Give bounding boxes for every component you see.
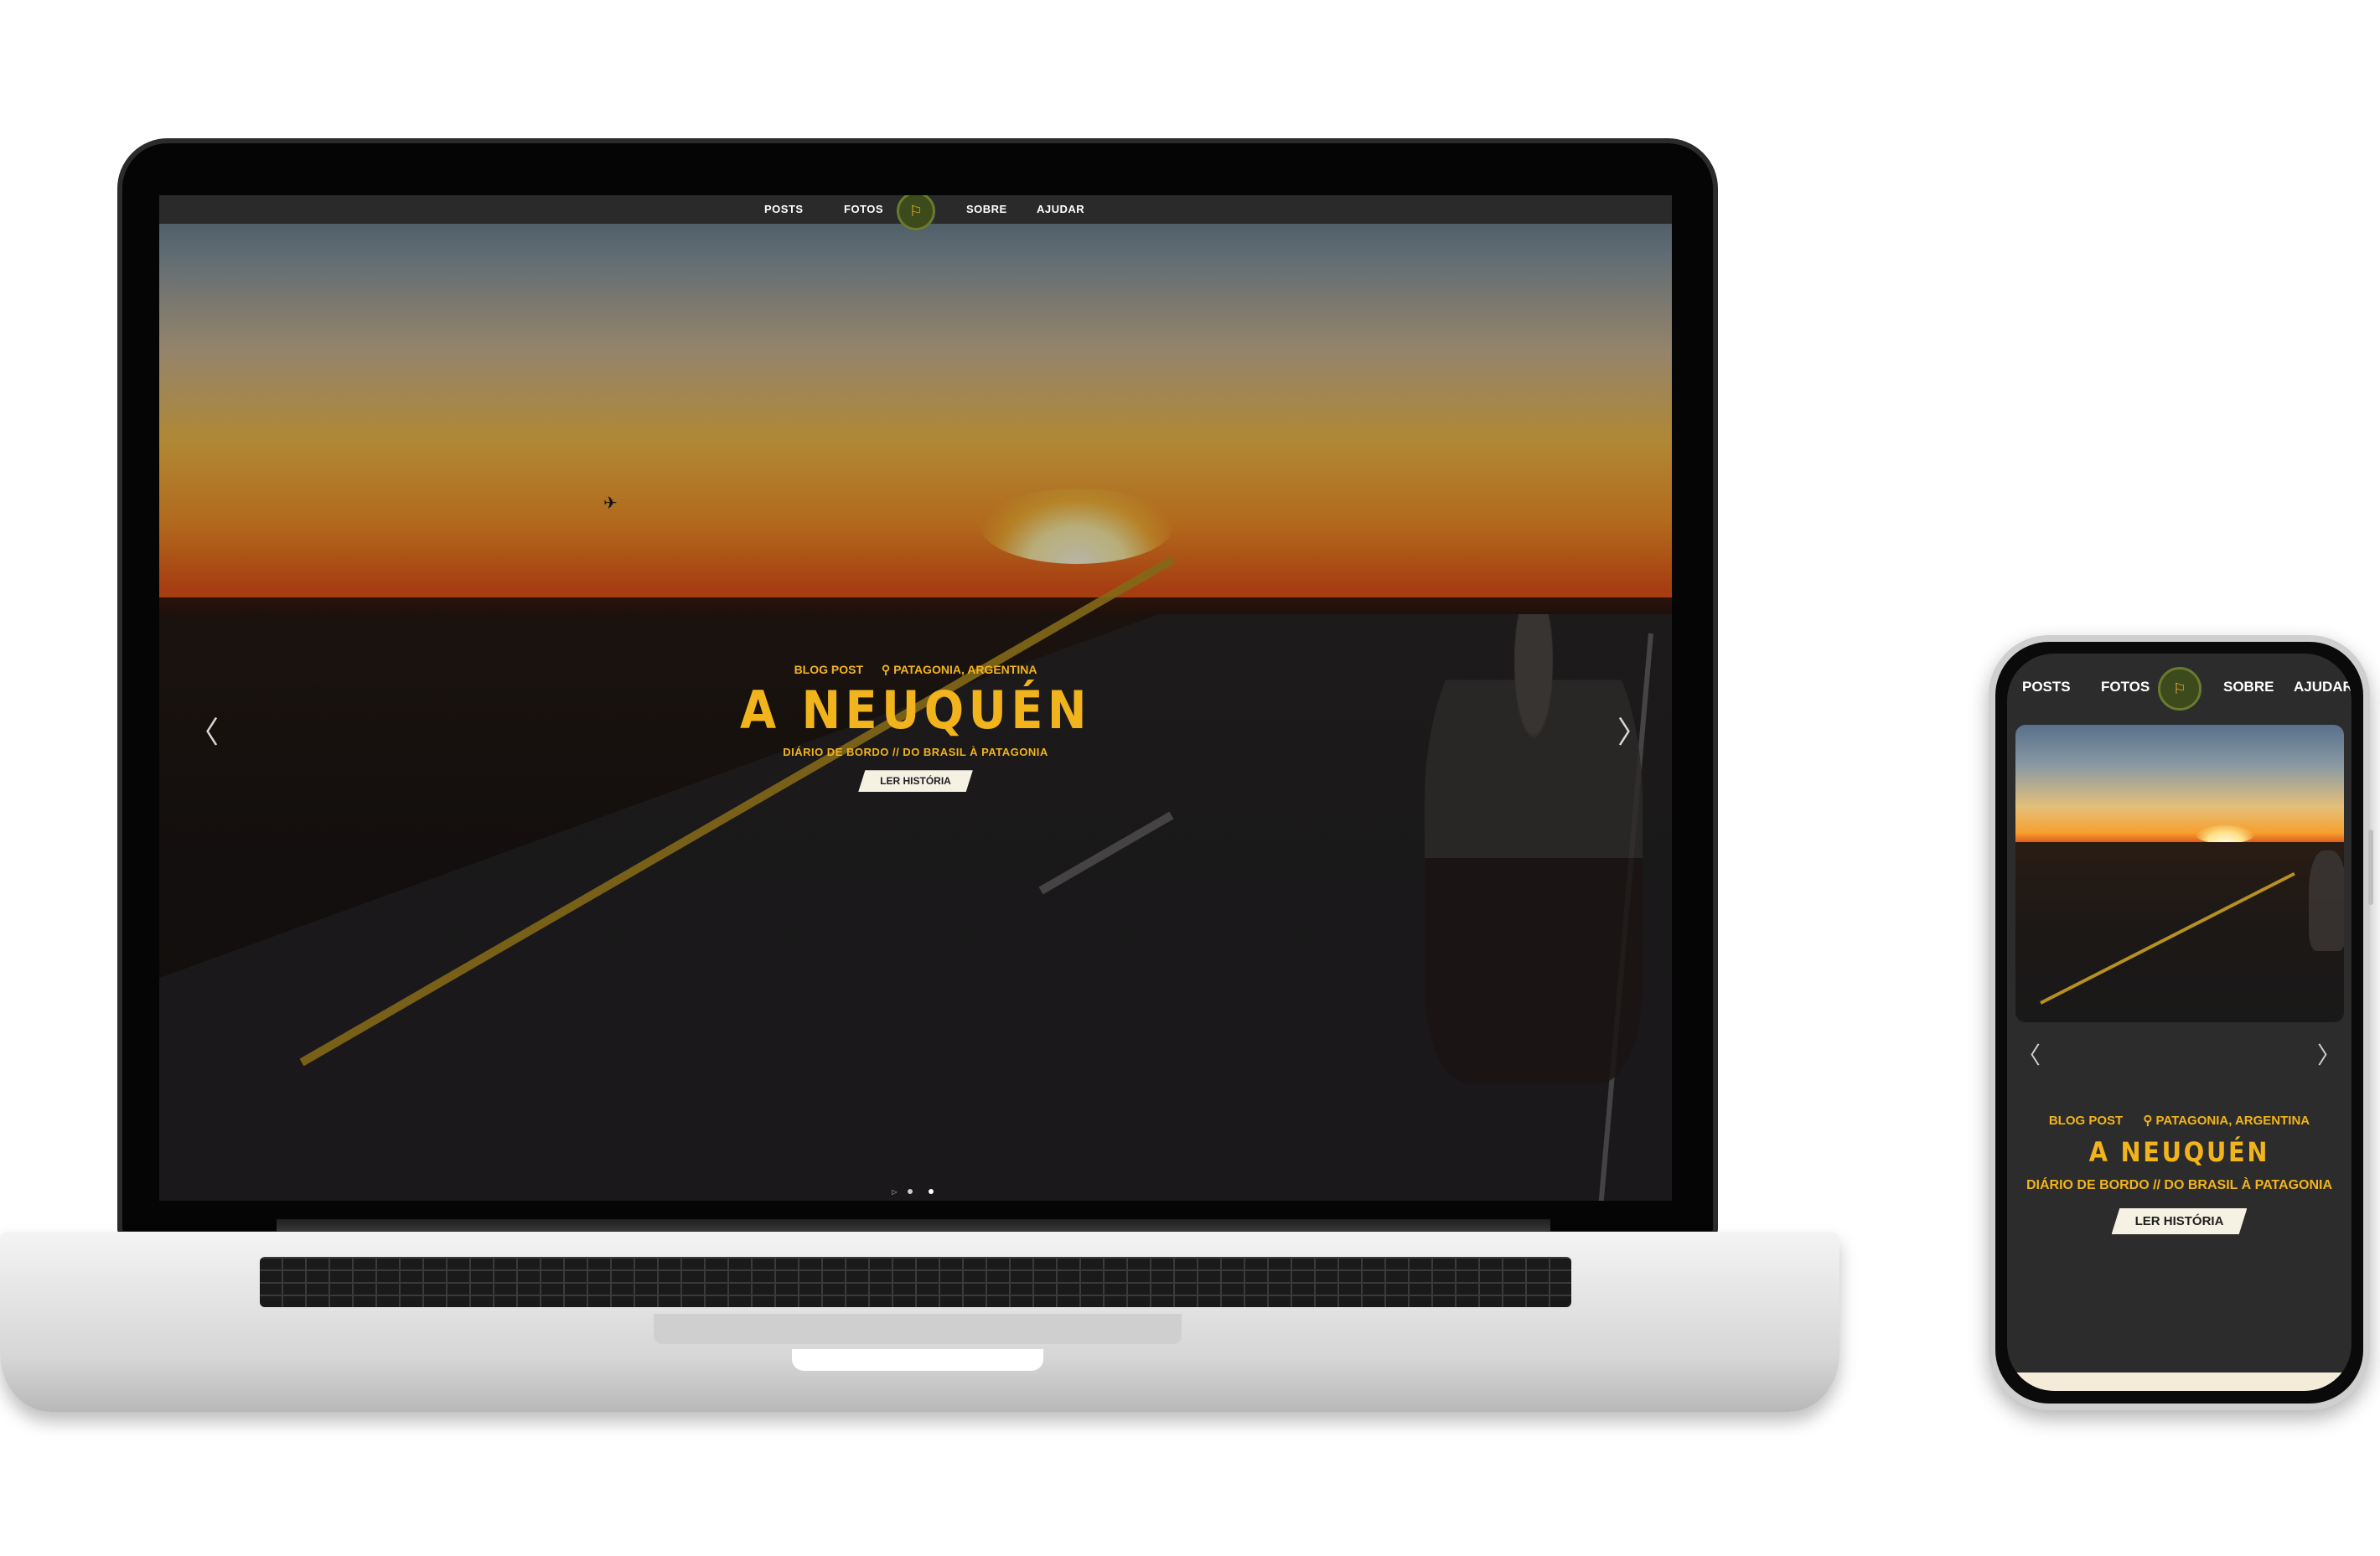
phone-map-pin-icon: ⚲ [2143, 1114, 2153, 1128]
phone-hero-location: PATAGONIA, ARGENTINA [2155, 1114, 2310, 1128]
phone-sun [2196, 825, 2254, 844]
phone-hero-subtitle: DIÁRIO DE BORDO // DO BRASIL À PATAGONIA [2026, 1178, 2333, 1192]
phone-hero-title: A NEUQUÉN [2088, 1136, 2270, 1168]
phone-hero-content: BLOG POST ⚲ PATAGONIA, ARGENTINA A NEUQU… [2007, 1113, 2352, 1234]
phone-logo-icon: ⚐ [2172, 680, 2187, 698]
phone-screen: POSTS FOTOS ⚐ SOBRE AJUDAR 〈 〉 BLOG POST… [2007, 654, 2352, 1391]
top-nav: POSTS FOTOS ⚐ SOBRE AJUDAR [159, 195, 1672, 230]
slider-dot[interactable] [907, 1189, 913, 1194]
laptop-trackpad [654, 1314, 1182, 1344]
phone-hero-category[interactable]: BLOG POST [2049, 1114, 2123, 1128]
hero-title: A NEUQUÉN [740, 680, 1091, 741]
laptop-keyboard [260, 1257, 1571, 1307]
phone-nav-posts[interactable]: POSTS [2022, 679, 2071, 695]
phone-hero-image [2015, 725, 2344, 1022]
phone-hero-meta: BLOG POST ⚲ PATAGONIA, ARGENTINA [2007, 1113, 2352, 1128]
hero-content: BLOG POST ⚲ PATAGONIA, ARGENTINA A NEUQU… [159, 663, 1672, 793]
play-icon[interactable]: ▷ [892, 1188, 897, 1196]
nav-fotos[interactable]: FOTOS [844, 203, 883, 215]
laptop-notch [792, 1349, 1043, 1371]
phone-slider-prev-arrow[interactable]: 〈 [2017, 1037, 2041, 1071]
phone-nav-sobre[interactable]: SOBRE [2223, 679, 2274, 695]
phone-read-story-button[interactable]: LER HISTÓRIA [2111, 1208, 2248, 1234]
slider-dot-active[interactable] [928, 1189, 934, 1194]
logo-icon: ⚐ [908, 202, 924, 220]
hero-category[interactable]: BLOG POST [794, 663, 863, 676]
phone-sky [2015, 725, 2344, 842]
hero-location: PATAGONIA, ARGENTINA [893, 663, 1037, 676]
slider-dots: ▷ [159, 1181, 1672, 1197]
map-pin-icon: ⚲ [881, 663, 891, 676]
phone-site-logo[interactable]: ⚐ [2158, 667, 2202, 711]
phone-nav-fotos[interactable]: FOTOS [2101, 679, 2150, 695]
hero-subtitle: DIÁRIO DE BORDO // DO BRASIL À PATAGONIA [783, 746, 1048, 759]
hero-meta: BLOG POST ⚲ PATAGONIA, ARGENTINA [159, 663, 1672, 677]
phone-bottom-bar [2007, 1372, 2352, 1391]
nav-ajudar[interactable]: AJUDAR [1037, 203, 1084, 215]
nav-sobre[interactable]: SOBRE [966, 203, 1007, 215]
laptop-screen: ✈ POSTS FOTOS ⚐ SOBRE AJUDAR 〈 〉 BLOG PO… [159, 195, 1672, 1201]
phone-nav-ajudar[interactable]: AJUDAR [2294, 679, 2352, 695]
phone-cyclist [2309, 850, 2344, 951]
nav-posts[interactable]: POSTS [764, 203, 804, 215]
phone-side-button [2368, 830, 2373, 905]
read-story-button[interactable]: LER HISTÓRIA [858, 770, 973, 793]
phone-slider-next-arrow[interactable]: 〉 [2317, 1037, 2341, 1071]
